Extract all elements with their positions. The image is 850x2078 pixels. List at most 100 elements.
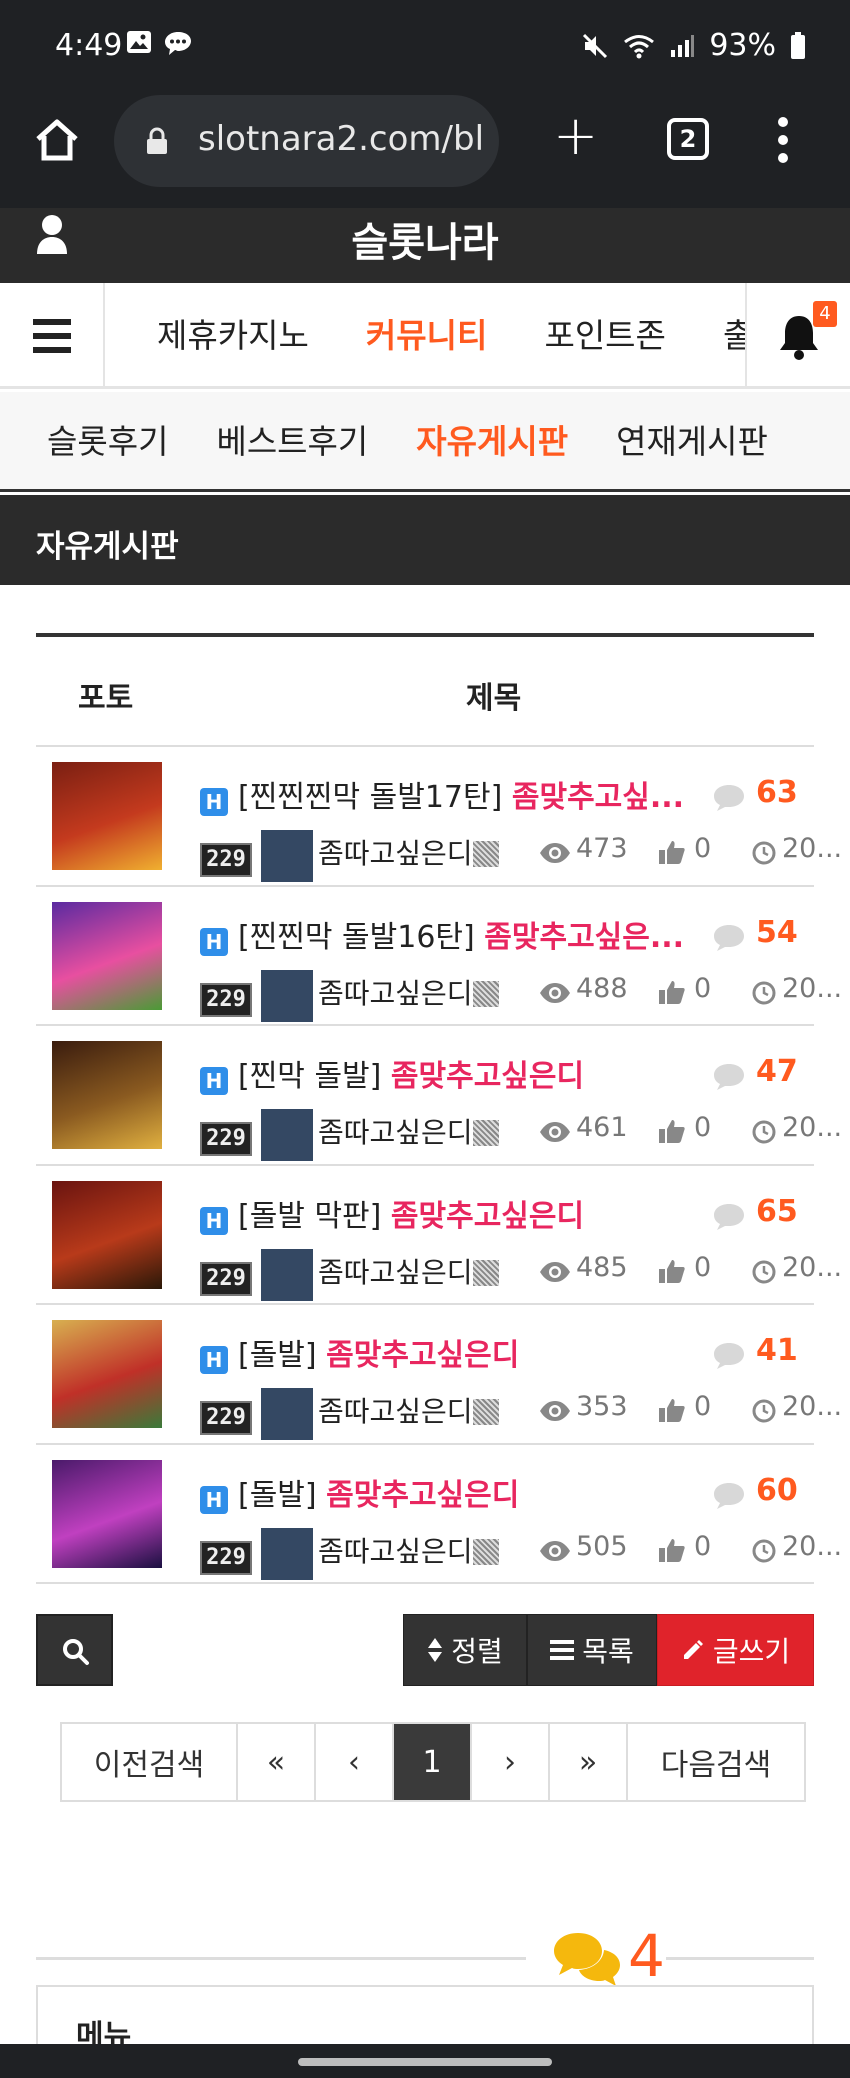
home-icon[interactable] <box>32 115 82 165</box>
thumbs-up-icon <box>659 1120 685 1143</box>
post-prefix: [찐찐찐막 돌발17탄] <box>238 780 503 815</box>
sub-nav-free-board[interactable]: 자유게시판 <box>416 392 568 489</box>
prev-search-button[interactable]: 이전검색 <box>62 1724 238 1800</box>
avatar[interactable] <box>261 969 313 1022</box>
signal-icon <box>671 34 695 57</box>
post-tag: 좀맞추고싶은디 <box>326 1477 520 1513</box>
like-count: 0 <box>694 1112 712 1143</box>
last-page-button[interactable]: » <box>550 1724 628 1800</box>
hot-badge-icon: H <box>200 927 228 956</box>
lock-icon <box>147 127 167 154</box>
view-count: 488 <box>576 972 628 1004</box>
notifications-button[interactable]: 4 <box>745 283 850 389</box>
avatar[interactable] <box>261 1248 313 1301</box>
main-nav-item-point-zone[interactable]: 포인트존 <box>544 283 665 389</box>
address-bar[interactable]: slotnara2.com/bl <box>114 95 499 187</box>
post-date: 20... <box>782 1391 843 1422</box>
new-tab-button[interactable]: + <box>553 109 598 163</box>
chat-count: 4 <box>628 1922 665 1990</box>
thumbs-up-icon <box>659 1259 685 1283</box>
comment-count: 63 <box>756 775 798 810</box>
avatar[interactable] <box>261 830 313 882</box>
like-count: 0 <box>694 1251 712 1283</box>
main-nav-item-partner-casino[interactable]: 제휴카지노 <box>157 283 309 389</box>
table-row[interactable]: H [찐막 돌발] 좀맞추고싶은디 47 229 좀따고싶은디 461 0 20… <box>36 1026 842 1166</box>
comment-count: 54 <box>756 914 798 950</box>
author-name[interactable]: 좀따고싶은디 <box>318 972 499 1012</box>
author-pattern-icon <box>472 980 499 1007</box>
sub-nav-best-review[interactable]: 베스트후기 <box>216 392 368 489</box>
list-label: 목록 <box>582 1635 634 1668</box>
image-icon <box>127 31 151 53</box>
sub-nav-slot-review[interactable]: 슬롯후기 <box>47 392 168 489</box>
comment-icon <box>714 1203 744 1230</box>
avatar[interactable] <box>261 1527 313 1580</box>
post-date: 20... <box>782 1530 843 1562</box>
more-menu-icon[interactable] <box>778 117 790 163</box>
avatar[interactable] <box>261 1109 313 1161</box>
post-thumbnail[interactable] <box>52 1459 162 1568</box>
post-date: 20... <box>782 972 843 1004</box>
post-thumbnail[interactable] <box>52 1041 162 1149</box>
post-subject[interactable]: [찐막 돌발] 좀맞추고싶은디 <box>238 1051 728 1095</box>
author-name[interactable]: 좀따고싶은디 <box>318 1111 499 1151</box>
post-thumbnail[interactable] <box>52 762 162 870</box>
level-badge: 229 <box>200 1401 252 1435</box>
write-button[interactable]: 글쓰기 <box>657 1614 814 1686</box>
comment-count: 47 <box>756 1054 798 1089</box>
table-row[interactable]: H [찐찐찐막 돌발17탄] 좀맞추고싶... 63 229 좀따고싶은디 47… <box>36 747 842 887</box>
post-thumbnail[interactable] <box>52 901 162 1010</box>
main-nav: 제휴카지노 커뮤니티 포인트존 출 4 <box>0 283 850 389</box>
prev-page-button[interactable]: ‹ <box>316 1724 394 1800</box>
hamburger-menu-icon[interactable] <box>0 283 105 389</box>
hot-badge-icon: H <box>200 1346 228 1374</box>
search-button[interactable] <box>36 1614 113 1686</box>
table-row[interactable]: H [돌발] 좀맞추고싶은디 60 229 좀따고싶은디 505 0 20... <box>36 1445 842 1584</box>
author-name[interactable]: 좀따고싶은디 <box>318 1530 499 1570</box>
eye-icon <box>540 1401 570 1421</box>
next-page-button[interactable]: › <box>472 1724 550 1800</box>
clock-icon <box>752 1120 776 1144</box>
list-button[interactable]: 목록 <box>527 1614 657 1686</box>
table-row[interactable]: H [찐찐막 돌발16탄] 좀맞추고싶은... 54 229 좀따고싶은디 48… <box>36 887 842 1026</box>
author-name[interactable]: 좀따고싶은디 <box>318 832 499 872</box>
avatar[interactable] <box>261 1388 313 1440</box>
thumbs-up-icon <box>659 841 685 864</box>
table-row[interactable]: H [돌발] 좀맞추고싶은디 41 229 좀따고싶은디 353 0 20... <box>36 1305 842 1445</box>
list-toolbar: 정렬 목록 글쓰기 <box>36 1614 814 1686</box>
action-buttons: 정렬 목록 글쓰기 <box>403 1614 814 1686</box>
first-page-button[interactable]: « <box>238 1724 316 1800</box>
home-gesture-handle[interactable] <box>298 2058 552 2066</box>
site-title[interactable]: 슬롯나라 <box>0 210 850 268</box>
author-name[interactable]: 좀따고싶은디 <box>318 1390 499 1430</box>
post-thumbnail[interactable] <box>52 1320 162 1428</box>
like-count: 0 <box>694 972 712 1004</box>
main-nav-item-community[interactable]: 커뮤니티 <box>366 283 487 389</box>
author-name[interactable]: 좀따고싶은디 <box>318 1251 499 1291</box>
sub-nav-series-board[interactable]: 연재게시판 <box>616 392 768 489</box>
comment-icon <box>714 924 744 951</box>
mute-icon <box>583 33 608 58</box>
clock-icon <box>752 981 776 1004</box>
post-subject[interactable]: [돌발] 좀맞추고싶은디 <box>238 1470 728 1514</box>
comment-icon <box>714 785 744 811</box>
post-thumbnail[interactable] <box>52 1180 162 1289</box>
post-prefix: [돌발] <box>238 1338 317 1373</box>
chat-counter[interactable]: 4 <box>526 1922 666 1992</box>
hot-badge-icon: H <box>200 788 228 816</box>
sort-button[interactable]: 정렬 <box>403 1614 527 1686</box>
board-title: 자유게시판 <box>36 529 179 565</box>
main-nav-item-attendance[interactable]: 출 <box>723 283 745 389</box>
post-subject[interactable]: [돌발] 좀맞추고싶은디 <box>238 1330 728 1374</box>
post-subject[interactable]: [찐찐찐막 돌발17탄] 좀맞추고싶... <box>238 772 728 816</box>
next-search-button[interactable]: 다음검색 <box>628 1724 804 1800</box>
level-badge: 229 <box>200 1122 252 1156</box>
post-subject[interactable]: [돌발 막판] 좀맞추고싶은디 <box>238 1191 728 1235</box>
post-date: 20... <box>782 1112 843 1143</box>
tab-switcher-button[interactable]: 2 <box>667 118 709 160</box>
current-page[interactable]: 1 <box>394 1724 472 1800</box>
post-prefix: [돌발 막판] <box>238 1198 382 1234</box>
post-subject[interactable]: [찐찐막 돌발16탄] 좀맞추고싶은... <box>238 912 728 956</box>
status-notification-icons <box>126 30 192 56</box>
table-row[interactable]: H [돌발 막판] 좀맞추고싶은디 65 229 좀따고싶은디 485 0 20… <box>36 1166 842 1305</box>
